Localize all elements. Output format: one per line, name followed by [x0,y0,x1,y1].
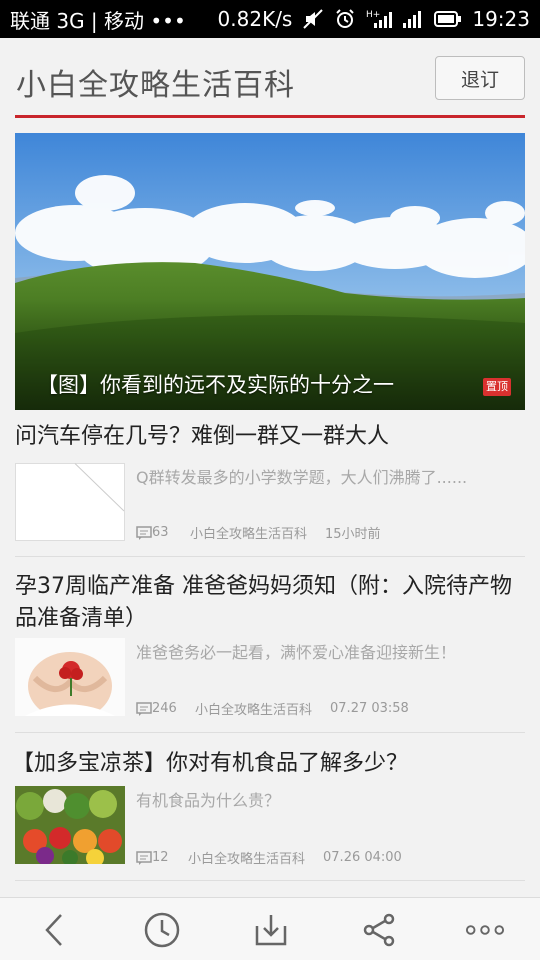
download-button[interactable] [251,910,291,950]
article-time: 07.26 04:00 [323,850,402,865]
comment-icon [136,850,152,865]
back-icon [45,914,62,946]
comment-icon [136,701,152,716]
article-item[interactable]: 孕37周临产准备 准爸爸妈妈须知（附：入院待产物品准备清单） 准爸爸务必一起看，… [15,557,525,733]
carrier-text: 联通 3G | 移动 ••• [10,8,186,33]
article-source: 小白全攻略生活百科 [188,852,306,867]
article-source: 小白全攻略生活百科 [190,527,308,542]
article-meta: 12 小白全攻略生活百科 07.26 04:00 [136,848,402,867]
article-time: 15小时前 [325,527,381,542]
signal-hplus-icon: H+ [366,8,393,30]
share-icon [363,913,395,947]
vegetables-photo [15,786,125,864]
article-thumbnail [15,786,125,864]
comment-count: 246 [152,701,177,716]
more-icon [465,925,505,935]
battery-icon [434,9,462,29]
pregnancy-photo [15,638,125,716]
pinned-badge: 置顶 [483,378,511,396]
bottom-toolbar [0,897,540,960]
alarm-icon [334,8,356,30]
comment-count: 12 [152,850,169,865]
page-title: 小白全攻略生活百科 [16,68,295,103]
article-thumbnail [15,638,125,716]
signal-icon [402,8,424,30]
network-speed: 0.82K/s [217,7,293,31]
article-meta: 63 小白全攻略生活百科 15小时前 [136,523,381,542]
article-title: 孕37周临产准备 准爸爸妈妈须知（附：入院待产物品准备清单） [15,574,512,631]
article-title: 问汽车停在几号？难倒一群又一群大人 [15,424,390,449]
unsubscribe-button[interactable]: 退订 [435,56,525,100]
article-meta: 246 小白全攻略生活百科 07.27 03:58 [136,699,409,718]
network-type-label: H+ [366,10,380,20]
download-icon [255,915,287,946]
comment-icon [136,525,152,540]
history-icon [144,912,180,948]
page-header: 小白全攻略生活百科 退订 [15,38,525,118]
status-bar: 联通 3G | 移动 ••• 0.82K/s H+ 19:23 [0,0,540,38]
back-button[interactable] [34,910,74,950]
featured-banner[interactable]: 【图】你看到的远不及实际的十分之一 置顶 [15,133,525,410]
blank-image-icon [15,463,125,541]
banner-caption: 【图】你看到的远不及实际的十分之一 [37,373,394,397]
history-button[interactable] [142,910,182,950]
mute-icon [302,8,324,30]
article-summary: Q群转发最多的小学数学题，大人们沸腾了...... [136,468,468,487]
comment-count: 63 [152,525,169,540]
article-item[interactable]: 【加多宝凉茶】你对有机食品了解多少？ 有机食品为什么贵？ 12 小白全攻略生活百… [12,733,525,881]
more-button[interactable] [465,910,505,950]
article-time: 07.27 03:58 [330,701,409,716]
article-title: 【加多宝凉茶】你对有机食品了解多少？ [12,751,409,776]
article-thumbnail [15,463,125,541]
article-summary: 有机食品为什么贵？ [136,791,281,810]
clock: 19:23 [472,7,530,31]
article-summary: 准爸爸务必一起看，满怀爱心准备迎接新生！ [136,643,457,662]
article-item[interactable]: 问汽车停在几号？难倒一群又一群大人 Q群转发最多的小学数学题，大人们沸腾了...… [15,410,525,557]
share-button[interactable] [359,910,399,950]
article-source: 小白全攻略生活百科 [195,703,313,718]
